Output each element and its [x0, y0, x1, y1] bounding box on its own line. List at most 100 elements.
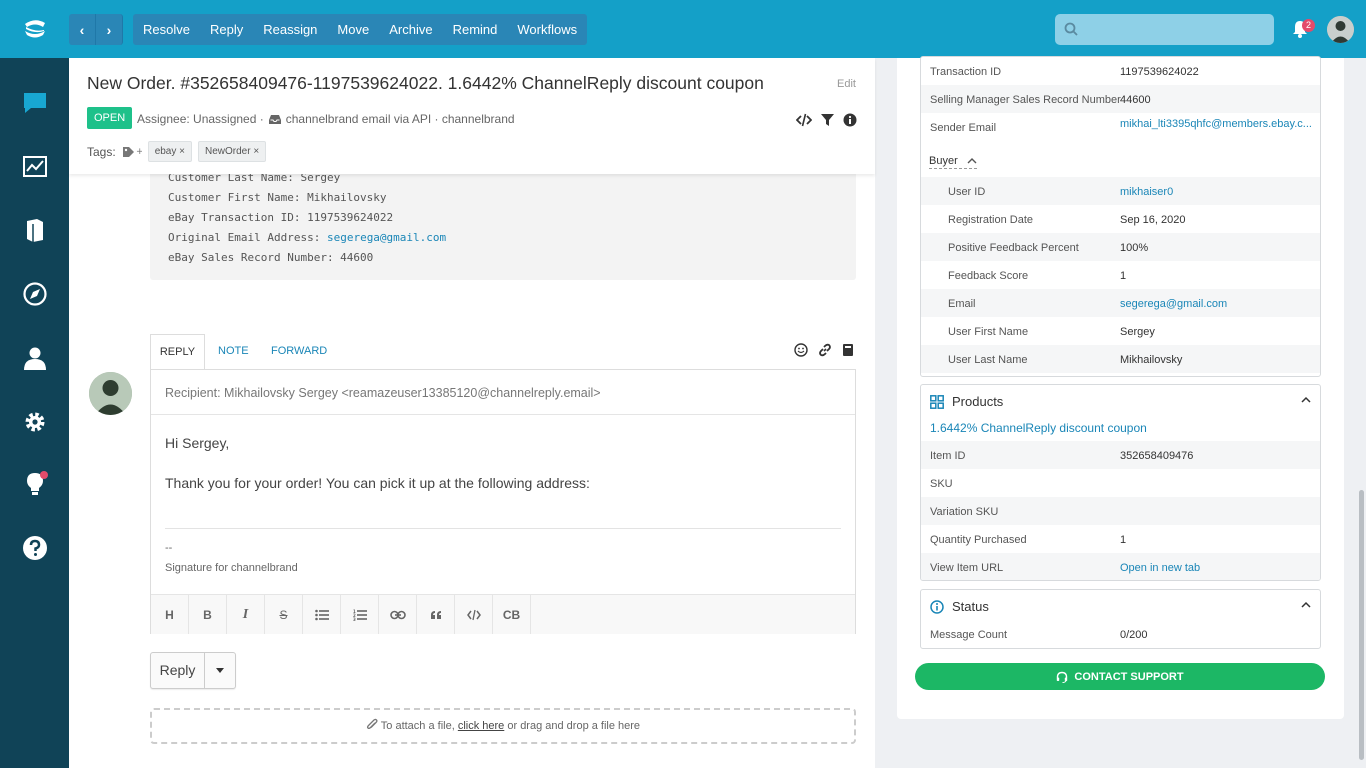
- contacts-icon[interactable]: [22, 345, 48, 371]
- code-icon[interactable]: [796, 113, 812, 127]
- bullet-list-button[interactable]: [303, 595, 341, 634]
- heading-button[interactable]: H: [151, 595, 189, 634]
- page-scrollbar[interactable]: [1359, 490, 1364, 760]
- detail-row: Item ID 352658409476: [921, 441, 1320, 469]
- send-options-dropdown[interactable]: [205, 653, 235, 688]
- assignee-label[interactable]: Assignee: Unassigned ·: [137, 112, 264, 126]
- agent-avatar: [89, 372, 132, 415]
- message-line-label: Original Email Address:: [168, 231, 327, 244]
- chevron-up-icon[interactable]: [1301, 395, 1311, 405]
- app-logo-icon[interactable]: [22, 18, 48, 40]
- emoji-icon[interactable]: [794, 343, 808, 357]
- email-link[interactable]: segerega@gmail.com: [327, 231, 446, 244]
- reports-icon[interactable]: [22, 154, 48, 180]
- detail-row: User First Name Sergey: [921, 317, 1320, 345]
- products-header[interactable]: Products: [930, 394, 1003, 409]
- sender-email-link[interactable]: mikhai_lti3395qhfc@members.ebay.c...: [1120, 118, 1312, 130]
- status-badge[interactable]: OPEN: [87, 107, 133, 129]
- back-button[interactable]: ‹: [69, 14, 96, 45]
- help-icon[interactable]: [22, 535, 48, 561]
- code-button[interactable]: [455, 595, 493, 634]
- header-tools: [796, 113, 857, 127]
- detail-row: Transaction ID 1197539624022: [921, 57, 1320, 85]
- detail-row: Feedback Score 1: [921, 261, 1320, 289]
- book-icon[interactable]: [842, 343, 854, 357]
- ticket-title: New Order. #352658409476-1197539624022. …: [87, 73, 764, 93]
- move-button[interactable]: Move: [327, 14, 379, 45]
- status-header[interactable]: Status: [930, 599, 989, 614]
- compass-icon[interactable]: [22, 281, 48, 307]
- info-icon[interactable]: [843, 113, 857, 127]
- user-silhouette-icon: [1327, 16, 1354, 43]
- detail-row: Sender Email mikhai_lti3395qhfc@members.…: [921, 109, 1320, 137]
- user-silhouette-icon: [89, 372, 132, 415]
- settings-gear-icon[interactable]: [22, 409, 48, 435]
- reply-editor[interactable]: Recipient: Mikhailovsky Sergey <reamazeu…: [150, 369, 856, 634]
- filter-icon[interactable]: [821, 113, 834, 127]
- reply-body[interactable]: Hi Sergey, Thank you for your order! You…: [151, 415, 855, 493]
- italic-icon: I: [242, 606, 249, 622]
- code-block-button[interactable]: CB: [493, 595, 531, 634]
- recipient-field[interactable]: Recipient: Mikhailovsky Sergey <reamazeu…: [151, 370, 855, 415]
- tab-forward[interactable]: FORWARD: [271, 334, 327, 370]
- grid-icon: [930, 394, 944, 409]
- reply-action-button[interactable]: Reply: [200, 14, 253, 45]
- file-dropzone[interactable]: To attach a file, click here or drag and…: [150, 708, 856, 744]
- user-id-link[interactable]: mikhaiser0: [1120, 186, 1173, 198]
- italic-button[interactable]: I: [227, 595, 265, 634]
- add-tag-icon[interactable]: +: [122, 146, 142, 158]
- send-reply-button[interactable]: Reply: [150, 652, 236, 689]
- code-block-icon: CB: [502, 607, 521, 622]
- strikethrough-button[interactable]: S: [265, 595, 303, 634]
- reply-greeting: Hi Sergey,: [165, 435, 230, 451]
- tags-label: Tags:: [87, 144, 116, 159]
- link-icon[interactable]: [818, 343, 832, 357]
- knowledge-base-icon[interactable]: [22, 217, 48, 243]
- detail-row: Quantity Purchased 1: [921, 525, 1320, 553]
- message-line: Original Email Address: segerega@gmail.c…: [168, 228, 838, 248]
- reply-text: Thank you for your order! You can pick i…: [165, 475, 590, 491]
- resolve-button[interactable]: Resolve: [133, 14, 200, 45]
- products-card: Products 1.6442% ChannelReply discount c…: [920, 384, 1321, 581]
- forward-button[interactable]: ›: [96, 14, 123, 45]
- attach-text-pre: To attach a file,: [380, 720, 458, 732]
- tags-row: Tags: + ebay × NewOrder ×: [87, 141, 267, 162]
- message-line: Customer First Name: Mikhailovsky: [168, 191, 387, 204]
- tag-chip[interactable]: NewOrder ×: [198, 141, 267, 162]
- buyer-email-link[interactable]: segerega@gmail.com: [1120, 298, 1227, 310]
- numbered-list-button[interactable]: 1 2 3: [341, 595, 379, 634]
- reassign-button[interactable]: Reassign: [253, 14, 327, 45]
- quote-icon: [430, 610, 441, 619]
- workflows-button[interactable]: Workflows: [507, 14, 587, 45]
- heading-icon: H: [165, 607, 174, 622]
- search-input[interactable]: [1055, 14, 1274, 45]
- svg-text:3: 3: [353, 617, 356, 621]
- tag-chip[interactable]: ebay ×: [147, 141, 192, 162]
- detail-row: User Last Name Mikhailovsky: [921, 345, 1320, 373]
- detail-value: 100%: [1120, 242, 1149, 254]
- detail-key: Registration Date: [948, 214, 1033, 226]
- tab-note[interactable]: NOTE: [218, 334, 249, 370]
- detail-value: Sep 16, 2020: [1120, 214, 1186, 226]
- detail-key: Email: [948, 298, 976, 310]
- quote-button[interactable]: [417, 595, 455, 634]
- detail-row: User ID mikhaiser0: [921, 177, 1320, 205]
- buyer-toggle[interactable]: Buyer: [929, 155, 977, 169]
- send-reply-label[interactable]: Reply: [151, 653, 205, 688]
- user-avatar[interactable]: [1327, 16, 1354, 43]
- contact-support-button[interactable]: CONTACT SUPPORT: [915, 663, 1325, 690]
- attach-click-here-link[interactable]: click here: [458, 720, 504, 732]
- lightbulb-icon[interactable]: [22, 471, 48, 497]
- edit-link[interactable]: Edit: [837, 78, 856, 90]
- insert-link-button[interactable]: [379, 595, 417, 634]
- archive-button[interactable]: Archive: [379, 14, 442, 45]
- tab-reply[interactable]: REPLY: [150, 334, 205, 370]
- bold-button[interactable]: B: [189, 595, 227, 634]
- chevron-up-icon[interactable]: [1301, 600, 1311, 610]
- remind-button[interactable]: Remind: [443, 14, 508, 45]
- detail-value: 0/200: [1120, 629, 1148, 641]
- product-link[interactable]: 1.6442% ChannelReply discount coupon: [930, 421, 1147, 435]
- conversations-icon[interactable]: [22, 90, 48, 116]
- open-item-link[interactable]: Open in new tab: [1120, 562, 1200, 574]
- numbered-list-icon: 1 2 3: [353, 609, 367, 621]
